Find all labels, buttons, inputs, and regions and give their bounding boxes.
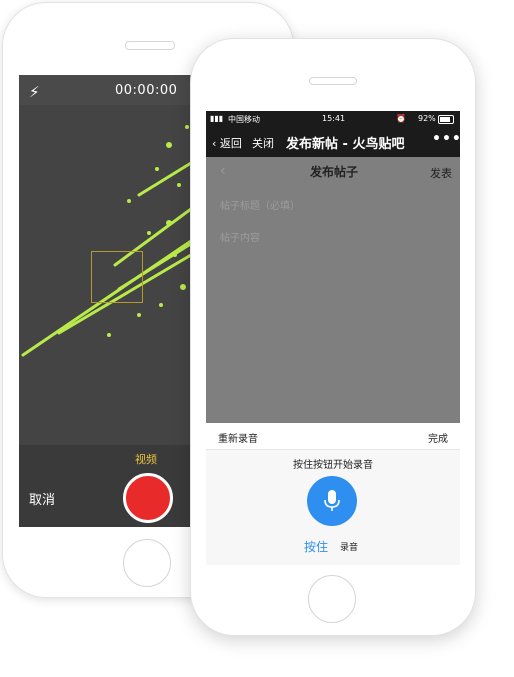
post-form-dimmed: ‹ 发布帖子 发表 帖子标题（必填） 帖子内容: [206, 157, 460, 423]
page-title: 发布新帖 - 火鸟贴吧: [286, 137, 405, 152]
signal-icon: ▮▮▮: [210, 114, 224, 123]
speaker-slot: [309, 77, 357, 85]
close-button[interactable]: 关闭: [252, 135, 274, 151]
alarm-icon: ⏰: [396, 114, 406, 123]
record-timer: 00:00:00: [115, 83, 178, 98]
lightning-icon[interactable]: ⚡: [29, 83, 40, 101]
chevron-left-icon[interactable]: ‹: [220, 163, 226, 179]
clock: 15:41: [322, 114, 346, 123]
wechat-navbar: ‹ 返回 关闭 发布新帖 - 火鸟贴吧 •••: [206, 127, 460, 157]
battery-icon: [438, 115, 454, 124]
recorder-panel: 按住按钮开始录音 按住 录音: [206, 450, 460, 565]
microphone-icon: [324, 490, 340, 511]
back-button[interactable]: ‹ 返回: [212, 135, 242, 151]
post-screen: ▮▮▮ 中国移动 15:41 ⏰ 92% ‹ 返回 关闭 发布新帖 - 火鸟贴吧…: [206, 111, 460, 565]
speaker-slot: [125, 41, 175, 50]
back-label: 返回: [219, 137, 242, 150]
recorder-header: 重新录音 完成: [206, 423, 460, 450]
post-phone: ▮▮▮ 中国移动 15:41 ⏰ 92% ‹ 返回 关闭 发布新帖 - 火鸟贴吧…: [190, 38, 476, 636]
more-icon[interactable]: •••: [432, 131, 460, 147]
record-button[interactable]: [123, 473, 173, 523]
publish-button[interactable]: 发表: [430, 165, 452, 181]
record-hint: 按住按钮开始录音: [293, 460, 373, 471]
camera-viewfinder[interactable]: [19, 105, 195, 445]
battery-level: 92%: [418, 114, 436, 123]
home-button[interactable]: [308, 575, 356, 623]
hold-label: 按住: [304, 540, 329, 554]
status-bar: ▮▮▮ 中国移动 15:41 ⏰ 92%: [206, 111, 460, 127]
mode-video[interactable]: 视频: [135, 451, 157, 467]
title-field[interactable]: 帖子标题（必填）: [220, 197, 300, 212]
rerecord-button[interactable]: 重新录音: [218, 430, 258, 445]
focus-frame: [91, 251, 143, 303]
post-title: 发布帖子: [310, 165, 359, 179]
done-button[interactable]: 完成: [428, 430, 448, 445]
home-button[interactable]: [123, 539, 171, 587]
content-field[interactable]: 帖子内容: [220, 229, 260, 244]
carrier-label: 中国移动: [228, 115, 260, 124]
camera-controls: 视频 取消: [19, 445, 195, 527]
hold-to-record-button[interactable]: [307, 476, 357, 526]
record-label: 录音: [340, 543, 359, 553]
camera-screen: ⚡ 00:00:00 视频 取消: [19, 75, 195, 527]
cancel-button[interactable]: 取消: [29, 489, 55, 508]
